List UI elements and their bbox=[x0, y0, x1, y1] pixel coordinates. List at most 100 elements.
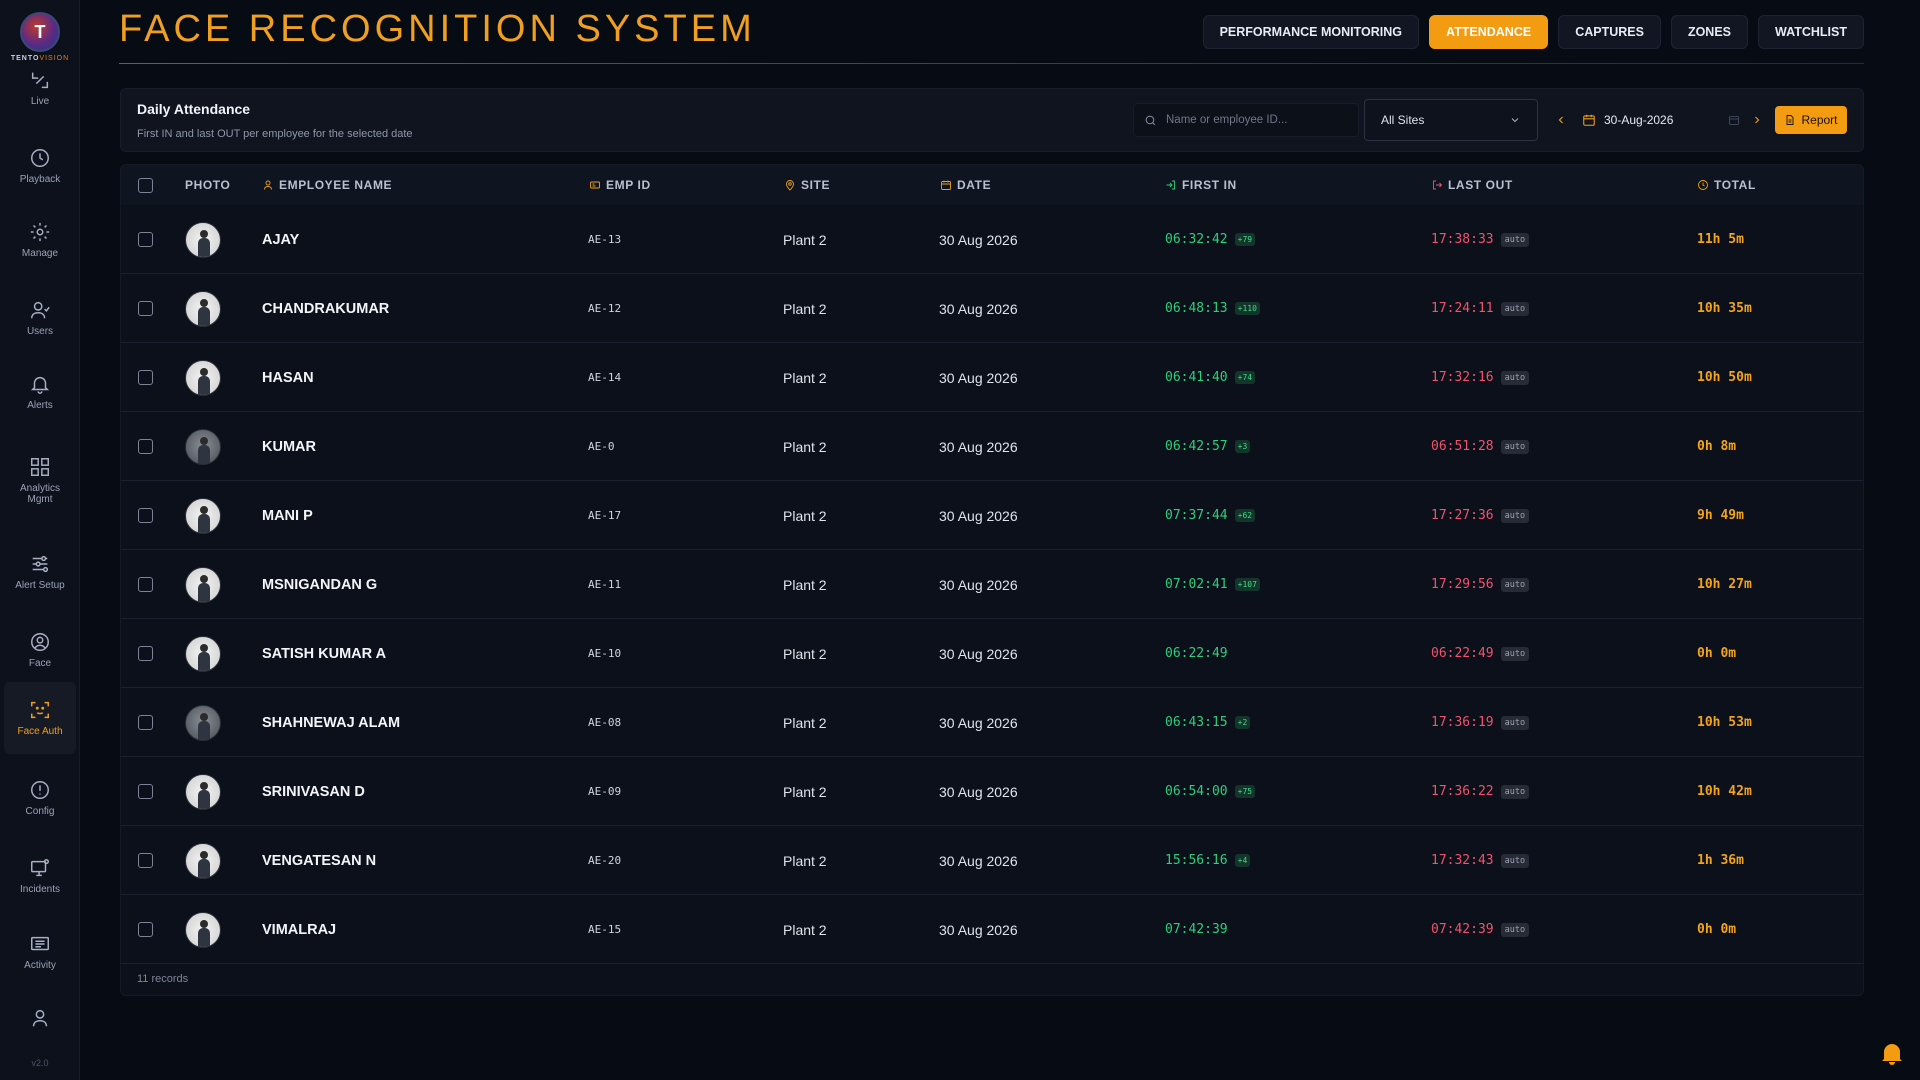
row-checkbox[interactable] bbox=[138, 646, 153, 661]
avatar bbox=[185, 290, 221, 327]
last-out-cell: 17:36:19 auto bbox=[1431, 688, 1530, 757]
sidebar-item-label: Manage bbox=[21, 248, 59, 259]
select-all-checkbox[interactable] bbox=[138, 177, 153, 193]
calendar-icon bbox=[1583, 114, 1595, 126]
select-all-cell bbox=[138, 165, 153, 205]
table-row[interactable]: KUMAR AE-0 Plant 2 30 Aug 2026 06:42:57 +3 06:… bbox=[121, 412, 1863, 481]
tab-zones[interactable]: ZONES bbox=[1670, 15, 1749, 49]
sidebar-item-alerts[interactable]: Alerts bbox=[4, 356, 76, 428]
report-button[interactable]: Report bbox=[1775, 106, 1847, 134]
row-checkbox-cell bbox=[138, 619, 153, 688]
tab-captures[interactable]: CAPTURES bbox=[1558, 15, 1661, 49]
last-out-time: 17:32:43 bbox=[1431, 853, 1494, 868]
first-in-cell: 06:41:40 +74 bbox=[1165, 343, 1256, 412]
site-value: Plant 2 bbox=[783, 231, 827, 248]
tab-attendance[interactable]: ATTENDANCE bbox=[1429, 15, 1549, 49]
name-cell: SATISH KUMAR A bbox=[262, 619, 386, 688]
sidebar-item-playback[interactable]: Playback bbox=[4, 130, 76, 202]
attendance-table: PHOTO EMPLOYEE NAME EMP ID SITE DATE FIR… bbox=[120, 164, 1864, 996]
photo-cell bbox=[185, 757, 221, 826]
calendar-picker-icon[interactable] bbox=[1728, 114, 1740, 126]
row-checkbox[interactable] bbox=[138, 370, 153, 385]
total-cell: 10h 27m bbox=[1697, 550, 1752, 619]
table-row[interactable]: SHAHNEWAJ ALAM AE-08 Plant 2 30 Aug 2026 06:… bbox=[121, 688, 1863, 757]
auto-badge: auto bbox=[1500, 439, 1530, 454]
site-cell: Plant 2 bbox=[783, 895, 827, 964]
column-date[interactable]: DATE bbox=[940, 165, 991, 205]
sidebar-item-alert-setup[interactable]: Alert Setup bbox=[4, 536, 76, 608]
employee-name: SRINIVASAN D bbox=[262, 783, 365, 800]
card-title: Daily Attendance bbox=[137, 101, 251, 117]
emp-id-cell: AE-08 bbox=[588, 688, 621, 757]
sidebar-item-face-auth[interactable]: Face Auth bbox=[4, 682, 76, 754]
total-cell: 10h 53m bbox=[1697, 688, 1752, 757]
column-first-in[interactable]: FIRST IN bbox=[1165, 165, 1237, 205]
emp-id-cell: AE-15 bbox=[588, 895, 621, 964]
table-row[interactable]: SATISH KUMAR A AE-10 Plant 2 30 Aug 2026 06:… bbox=[121, 619, 1863, 688]
last-out-cell: 17:24:11 auto bbox=[1431, 274, 1530, 343]
tab-watchlist[interactable]: WATCHLIST bbox=[1758, 15, 1864, 49]
total-cell: 9h 49m bbox=[1697, 481, 1744, 550]
first-in-cell: 06:54:00 +75 bbox=[1165, 757, 1256, 826]
total-duration: 0h 0m bbox=[1697, 646, 1737, 661]
sidebar-item-users[interactable]: Users bbox=[4, 282, 76, 354]
column-last-out[interactable]: LAST OUT bbox=[1431, 165, 1513, 205]
row-checkbox[interactable] bbox=[138, 232, 153, 247]
table-row[interactable]: VIMALRAJ AE-15 Plant 2 30 Aug 2026 07:42:39 0… bbox=[121, 895, 1863, 964]
search-input[interactable] bbox=[1166, 114, 1346, 126]
row-checkbox[interactable] bbox=[138, 784, 153, 799]
sidebar-item-manage[interactable]: Manage bbox=[4, 204, 76, 276]
sidebar-item-label: Incidents bbox=[19, 884, 61, 895]
row-checkbox[interactable] bbox=[138, 508, 153, 523]
site-select[interactable]: All Sites bbox=[1364, 99, 1538, 141]
emp-id-cell: AE-11 bbox=[588, 550, 621, 619]
row-checkbox[interactable] bbox=[138, 577, 153, 592]
table-row[interactable]: VENGATESAN N AE-20 Plant 2 30 Aug 2026 15:56… bbox=[121, 826, 1863, 895]
row-checkbox[interactable] bbox=[138, 922, 153, 937]
photo-cell bbox=[185, 688, 221, 757]
notification-bell-icon[interactable] bbox=[1880, 1040, 1904, 1066]
last-out-time: 17:24:11 bbox=[1431, 301, 1494, 316]
row-checkbox[interactable] bbox=[138, 439, 153, 454]
row-checkbox[interactable] bbox=[138, 853, 153, 868]
table-row[interactable]: MSNIGANDAN G AE-11 Plant 2 30 Aug 2026 07:02… bbox=[121, 550, 1863, 619]
date-field[interactable]: 30-Aug-2026 bbox=[1582, 103, 1740, 137]
table-row[interactable]: HASAN AE-14 Plant 2 30 Aug 2026 06:41:40 +74 1… bbox=[121, 343, 1863, 412]
grid-icon bbox=[31, 457, 49, 476]
previous-date-button[interactable] bbox=[1550, 109, 1572, 131]
calendar-icon bbox=[941, 180, 951, 190]
column-label: DATE bbox=[957, 178, 992, 192]
last-out-time: 17:38:33 bbox=[1431, 232, 1494, 247]
table-row[interactable]: MANI P AE-17 Plant 2 30 Aug 2026 07:37:44 +62… bbox=[121, 481, 1863, 550]
sidebar-item-live[interactable]: Live bbox=[4, 60, 76, 116]
sidebar-item-analytics[interactable]: Analytics Mgmt bbox=[4, 440, 76, 520]
column-site[interactable]: SITE bbox=[784, 165, 830, 205]
auto-badge: auto bbox=[1500, 232, 1530, 247]
employee-name: HASAN bbox=[262, 369, 314, 386]
name-cell: VENGATESAN N bbox=[262, 826, 376, 895]
column-employee-name[interactable]: EMPLOYEE NAME bbox=[262, 165, 392, 205]
map-pin-icon bbox=[786, 180, 794, 191]
table-row[interactable]: SRINIVASAN D AE-09 Plant 2 30 Aug 2026 06:54… bbox=[121, 757, 1863, 826]
last-out-time: 17:36:22 bbox=[1431, 784, 1494, 799]
photo-cell bbox=[185, 550, 221, 619]
next-date-button[interactable] bbox=[1746, 109, 1768, 131]
activity-icon bbox=[31, 936, 49, 951]
sidebar-item-config[interactable]: Config bbox=[4, 762, 76, 834]
sidebar-item-incidents[interactable]: Incidents bbox=[4, 840, 76, 912]
table-row[interactable]: CHANDRAKUMAR AE-12 Plant 2 30 Aug 2026 06:48… bbox=[121, 274, 1863, 343]
first-in-count-badge: +2 bbox=[1234, 716, 1251, 729]
sidebar-item-face[interactable]: Face bbox=[4, 614, 76, 686]
table-row[interactable]: AJAY AE-13 Plant 2 30 Aug 2026 06:32:42 +79 17… bbox=[121, 205, 1863, 274]
date-value: 30 Aug 2026 bbox=[939, 507, 1018, 524]
sidebar-item-activity[interactable]: Activity bbox=[4, 916, 76, 988]
row-checkbox[interactable] bbox=[138, 715, 153, 730]
sidebar-item-label: Config bbox=[25, 806, 55, 817]
tab-performance-monitoring[interactable]: PERFORMANCE MONITORING bbox=[1202, 15, 1419, 49]
last-out-time: 17:29:56 bbox=[1431, 577, 1494, 592]
date-cell: 30 Aug 2026 bbox=[939, 412, 1018, 481]
column-emp-id[interactable]: EMP ID bbox=[589, 165, 651, 205]
row-checkbox[interactable] bbox=[138, 301, 153, 316]
sidebar-item-profile[interactable] bbox=[4, 996, 76, 1044]
column-total[interactable]: TOTAL bbox=[1697, 165, 1756, 205]
